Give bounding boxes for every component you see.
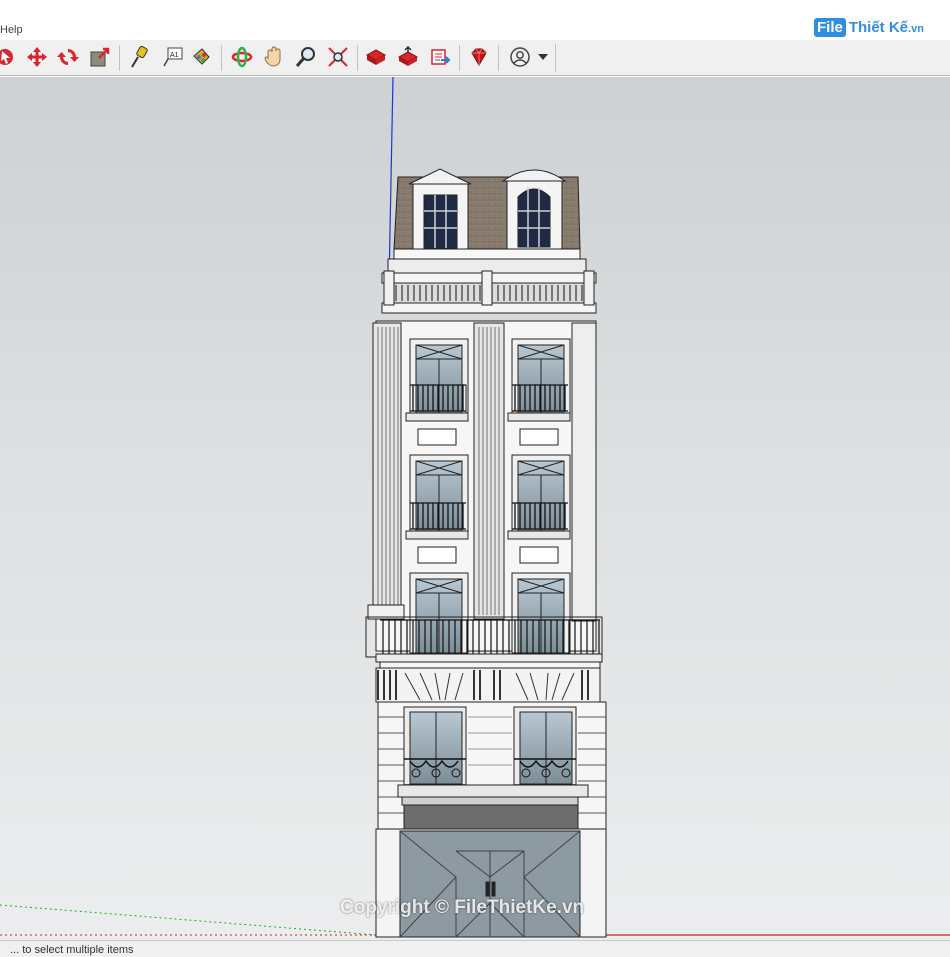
center-pilaster bbox=[473, 322, 505, 620]
rotate-tool-icon[interactable] bbox=[55, 44, 81, 70]
select-tool-icon[interactable] bbox=[0, 44, 18, 70]
tape-measure-tool-icon[interactable] bbox=[127, 44, 153, 70]
status-bar: ... to select multiple items bbox=[0, 940, 950, 957]
model-viewport[interactable] bbox=[0, 77, 950, 940]
extension-warehouse-icon[interactable] bbox=[427, 44, 453, 70]
zoom-extents-tool-icon[interactable] bbox=[325, 44, 351, 70]
status-text: ... to select multiple items bbox=[10, 944, 134, 956]
scale-tool-icon[interactable] bbox=[87, 44, 113, 70]
3d-warehouse-icon[interactable] bbox=[363, 44, 389, 70]
svg-text:A1: A1 bbox=[170, 52, 179, 59]
toolbar-separator bbox=[555, 44, 556, 72]
toolbar: A1 bbox=[0, 40, 950, 76]
zoom-tool-icon[interactable] bbox=[293, 44, 319, 70]
toolbar-separator bbox=[221, 45, 222, 71]
left-pilaster bbox=[367, 322, 405, 620]
text-tool-icon[interactable]: A1 bbox=[160, 44, 186, 70]
dormer-arch bbox=[501, 169, 567, 182]
shopfront-glass bbox=[399, 830, 581, 938]
shop-sign-panel bbox=[403, 804, 579, 830]
toolbar-separator bbox=[459, 45, 460, 71]
paint-bucket-tool-icon[interactable] bbox=[189, 44, 215, 70]
watermark: Copyright © FileThietKe.vn bbox=[340, 897, 585, 918]
window-right-floor2 bbox=[513, 706, 577, 788]
pan-tool-icon[interactable] bbox=[261, 44, 287, 70]
toolbar-separator bbox=[119, 45, 120, 71]
canopy bbox=[397, 784, 589, 798]
move-tool-icon[interactable] bbox=[24, 44, 50, 70]
blue-axis bbox=[388, 77, 394, 283]
toolbar-separator bbox=[498, 45, 499, 71]
dormer-window-right bbox=[517, 188, 551, 248]
menu-help[interactable]: Help bbox=[0, 24, 23, 36]
toolbar-separator bbox=[357, 45, 358, 71]
building-model bbox=[0, 77, 950, 938]
share-model-icon[interactable] bbox=[395, 44, 421, 70]
logo-brand: Thiết Kế bbox=[848, 18, 909, 36]
frieze bbox=[375, 667, 601, 703]
building bbox=[365, 168, 607, 938]
logo-text: Thiết Kế.vn bbox=[849, 19, 924, 36]
logo-file-mark: File bbox=[814, 17, 846, 37]
dormer-window-left bbox=[423, 194, 458, 249]
orbit-tool-icon[interactable] bbox=[229, 44, 255, 70]
profile-dropdown-caret[interactable] bbox=[538, 54, 548, 60]
window-left-floor2 bbox=[403, 706, 467, 788]
green-axis bbox=[0, 904, 377, 936]
profile-icon[interactable] bbox=[507, 44, 533, 70]
site-logo: File Thiết Kế.vn bbox=[814, 14, 924, 40]
ruby-console-icon[interactable] bbox=[466, 44, 492, 70]
menu-bar: Help File Thiết Kế.vn bbox=[0, 0, 950, 40]
logo-domain: .vn bbox=[908, 22, 924, 35]
